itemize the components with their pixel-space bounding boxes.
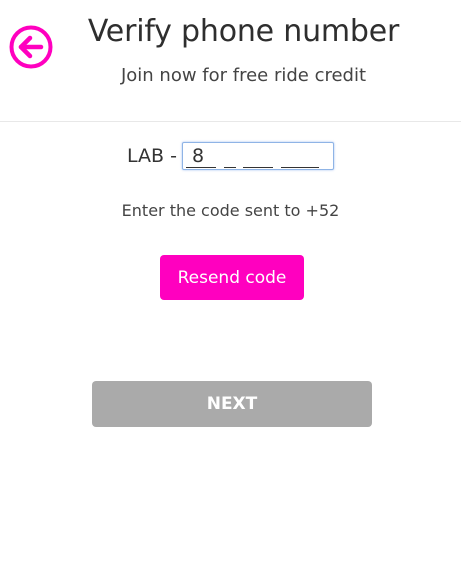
code-sent-hint: Enter the code sent to +52 — [121, 201, 340, 220]
header: Verify phone number Join now for free ri… — [0, 0, 461, 122]
resend-code-button[interactable]: Resend code — [160, 255, 304, 300]
next-button[interactable]: NEXT — [92, 381, 372, 427]
page-title: Verify phone number — [87, 14, 400, 49]
code-prefix-label: LAB - — [127, 145, 177, 167]
code-input-container — [181, 142, 334, 170]
page-subtitle: Join now for free ride credit — [120, 65, 367, 86]
code-entry-row: LAB - — [0, 142, 461, 170]
verify-phone-page: Verify phone number Join now for free ri… — [0, 0, 461, 561]
verification-code-input[interactable] — [182, 143, 333, 169]
